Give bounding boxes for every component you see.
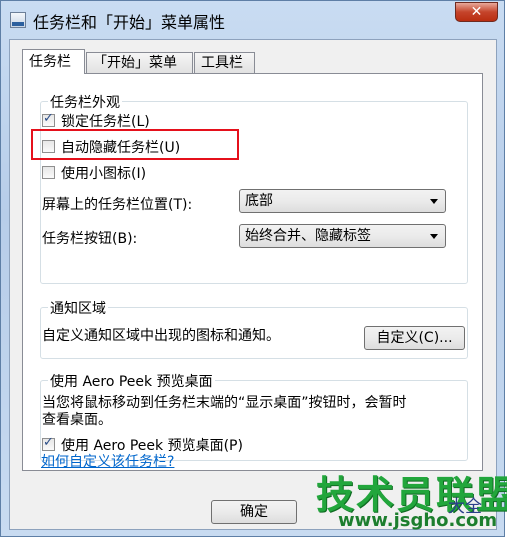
small-icons-label: 使用小图标(I) (61, 166, 147, 182)
tab-start-menu[interactable]: 「开始」菜单 (86, 52, 193, 73)
aero-peek-label: 使用 Aero Peek 预览桌面 (48, 371, 215, 391)
dialog-body: 任务栏 「开始」菜单 工具栏 任务栏外观 锁定任务栏(L) 自动隐藏任务栏(U)… (9, 39, 497, 530)
notification-description: 自定义通知区域中出现的图标和通知。 (42, 328, 280, 344)
tab-toolbars[interactable]: 工具栏 (194, 52, 255, 73)
taskbar-buttons-value: 始终合并、隐藏标签 (245, 228, 371, 244)
taskbar-position-value: 底部 (245, 193, 273, 209)
taskbar-app-icon (10, 12, 26, 28)
lock-taskbar-label: 锁定任务栏(L) (61, 114, 150, 130)
chevron-down-icon (430, 234, 438, 239)
help-customize-link[interactable]: 如何自定义该任务栏? (41, 451, 174, 471)
window-title: 任务栏和「开始」菜单属性 (33, 13, 226, 32)
customize-button[interactable]: 自定义(C)... (364, 326, 465, 350)
notification-area-label: 通知区域 (48, 298, 108, 318)
close-button[interactable]: ✕ (455, 2, 498, 22)
tab-taskbar[interactable]: 任务栏 (22, 49, 85, 74)
small-icons-checkbox[interactable] (42, 166, 55, 179)
aero-peek-description-line2: 查看桌面。 (42, 412, 112, 428)
aero-peek-checkbox[interactable] (42, 435, 55, 451)
taskbar-buttons-select[interactable]: 始终合并、隐藏标签 (239, 224, 446, 248)
taskbar-appearance-label: 任务栏外观 (48, 92, 122, 112)
taskbar-buttons-label: 任务栏按钮(B): (42, 231, 138, 247)
title-bar[interactable]: 任务栏和「开始」菜单属性 ✕ (1, 1, 504, 39)
watermark-logo: 技术员联盟 www.jsgho.com 大全 (272, 464, 507, 532)
lock-taskbar-checkbox[interactable] (42, 111, 55, 127)
chevron-down-icon (430, 199, 438, 204)
taskbar-position-label: 屏幕上的任务栏位置(T): (42, 197, 193, 213)
properties-dialog: 任务栏和「开始」菜单属性 ✕ 任务栏 「开始」菜单 工具栏 任务栏外观 锁定任务… (0, 0, 507, 537)
taskbar-position-select[interactable]: 底部 (239, 189, 446, 213)
watermark-side-text: 大全 (448, 497, 482, 517)
highlight-box (31, 129, 239, 160)
